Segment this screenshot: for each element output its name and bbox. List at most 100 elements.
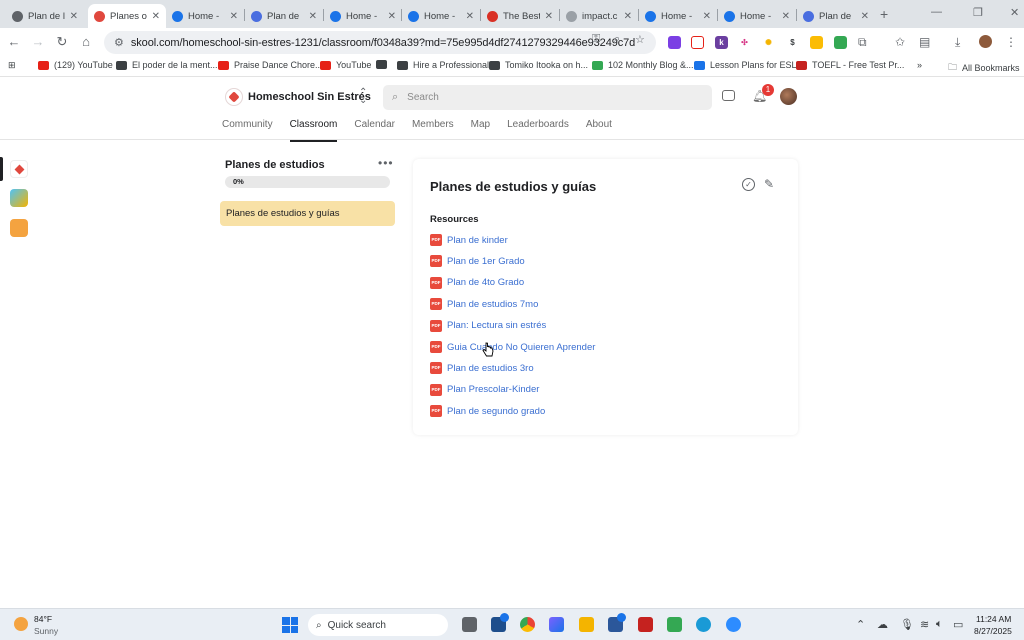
resource-link[interactable]: Plan Prescolar-Kinder (447, 384, 539, 395)
onedrive-cloud-icon[interactable]: ☁ (877, 618, 888, 631)
close-window-icon[interactable]: ✕ (1010, 6, 1019, 19)
bookmark-star-icon[interactable]: ☆ (635, 33, 645, 46)
tab-about[interactable]: About (586, 119, 612, 142)
download-icon[interactable]: ⤓ (955, 35, 960, 50)
bookmark-item[interactable]: Praise Dance Chore... (218, 60, 323, 70)
minimize-icon[interactable]: — (931, 6, 942, 18)
task-view-icon[interactable] (462, 617, 477, 632)
weather-temperature[interactable]: 84°F (34, 614, 52, 624)
extension-icon[interactable] (668, 36, 681, 49)
extension-icon[interactable]: $ (786, 36, 799, 49)
extension-icon[interactable]: ✺ (762, 36, 775, 49)
resource-link[interactable]: Plan de 1er Grado (447, 256, 525, 267)
chrome-icon[interactable] (520, 617, 535, 632)
site-info-icon[interactable]: ⚙ (114, 36, 124, 49)
file-explorer-icon[interactable] (579, 617, 594, 632)
chat-icon[interactable] (722, 90, 735, 101)
reading-list-icon[interactable]: ▤ (919, 35, 930, 49)
reload-icon[interactable]: ↻ (54, 34, 70, 50)
tab-members[interactable]: Members (412, 119, 454, 142)
weather-sun-icon[interactable] (14, 617, 28, 631)
resource-item[interactable]: PDF Plan de estudios 7mo (430, 298, 538, 311)
group-name[interactable]: Homeschool Sin Estrés (248, 91, 371, 103)
menu-kebab-icon[interactable]: ⋮ (1005, 35, 1017, 49)
bookmark-item[interactable]: TOEFL - Free Test Pr... (796, 60, 904, 70)
module-item-planes[interactable]: Planes de estudios y guías (220, 201, 395, 226)
group-switcher-icon[interactable]: ⌃ ⌄ (359, 88, 367, 106)
bookmark-item[interactable]: El poder de la ment... (116, 60, 218, 70)
bookmarks-overflow-icon[interactable]: » (917, 60, 922, 70)
resource-link[interactable]: Guia Cuando No Quieren Aprender (447, 342, 595, 353)
microphone-icon[interactable]: 🎙︎ (900, 618, 914, 631)
tab-close-icon[interactable]: ✕ (70, 11, 78, 22)
resource-link[interactable]: Plan de kinder (447, 235, 508, 246)
tab-close-icon[interactable]: ✕ (309, 11, 317, 22)
new-tab-button[interactable]: + (880, 6, 888, 22)
search-input[interactable]: ⌕ Search (383, 85, 712, 110)
resource-item[interactable]: PDF Plan de estudios 3ro (430, 362, 534, 375)
classroom-icon[interactable] (667, 617, 682, 632)
profile-avatar[interactable] (979, 35, 992, 48)
browser-tab[interactable]: The Best ✕ (481, 4, 559, 28)
tab-close-icon[interactable]: ✕ (861, 11, 869, 22)
bookmark-item[interactable]: Lesson Plans for ESL... (694, 60, 804, 70)
browser-tab[interactable]: impact.c ✕ (560, 4, 638, 28)
rail-group-amp[interactable] (10, 189, 28, 207)
resource-item[interactable]: PDF Guia Cuando No Quieren Aprender (430, 341, 595, 353)
clock-date[interactable]: 8/27/2025 (974, 626, 1012, 636)
bookmark-item[interactable] (376, 60, 392, 69)
battery-icon[interactable]: ▭ (953, 618, 963, 631)
browser-tab[interactable]: Home - ✕ (402, 4, 480, 28)
edge-icon[interactable] (696, 617, 711, 632)
all-bookmarks-button[interactable]: 🗀︎ All Bookmarks (948, 60, 1020, 76)
tab-close-icon[interactable]: ✕ (152, 11, 160, 22)
resource-link[interactable]: Plan de estudios 7mo (447, 299, 538, 310)
bookmarks-panel-icon[interactable]: ✩ (895, 35, 905, 49)
user-avatar[interactable] (780, 88, 797, 105)
extension-icon[interactable] (810, 36, 823, 49)
zoom-icon[interactable]: ⌕ (614, 33, 620, 46)
tab-leaderboards[interactable]: Leaderboards (507, 119, 569, 142)
extension-icon[interactable] (691, 36, 704, 49)
taskbar-search[interactable]: ⌕ Quick search (308, 614, 448, 636)
restore-icon[interactable]: ❐ (973, 6, 983, 19)
bookmark-item[interactable]: (129) YouTube (38, 60, 113, 70)
tab-close-icon[interactable]: ✕ (230, 11, 238, 22)
edit-pencil-icon[interactable]: ✎ (764, 177, 774, 191)
tab-close-icon[interactable]: ✕ (782, 11, 790, 22)
apps-grid-icon[interactable]: ⊞ (8, 60, 16, 71)
resource-link[interactable]: Plan: Lectura sin estrés (447, 320, 546, 331)
tab-map[interactable]: Map (471, 119, 490, 142)
bookmark-item[interactable]: Tomiko Itooka on h... (489, 60, 588, 70)
address-bar[interactable]: ⚙ skool.com/homeschool-sin-estres-1231/c… (104, 31, 656, 54)
resource-link[interactable]: Plan de estudios 3ro (447, 363, 534, 374)
tray-overflow-icon[interactable]: ⌃ (856, 618, 865, 631)
browser-tab[interactable]: Planes o ✕ (88, 4, 166, 28)
forward-icon[interactable]: → (30, 34, 46, 49)
more-options-icon[interactable]: ••• (378, 156, 394, 170)
clock-time[interactable]: 11:24 AM (976, 614, 1011, 624)
back-icon[interactable]: ← (6, 34, 22, 49)
browser-tab[interactable]: Plan de l ✕ (6, 4, 84, 28)
extensions-puzzle-icon[interactable]: ⧉ (858, 35, 867, 50)
mark-complete-check-icon[interactable]: ✓ (742, 178, 755, 191)
volume-icon[interactable]: 🔈︎ (936, 618, 943, 631)
resource-item[interactable]: PDF Plan de kinder (430, 234, 508, 246)
browser-tab[interactable]: Home - ✕ (324, 4, 402, 28)
resource-link[interactable]: Plan de 4to Grado (447, 277, 524, 288)
resource-item[interactable]: PDF Plan: Lectura sin estrés (430, 319, 546, 332)
password-key-icon[interactable]: ⚿ (592, 33, 600, 46)
resource-item[interactable]: PDF Plan de 1er Grado (430, 255, 525, 268)
wifi-icon[interactable]: ≋ (920, 618, 929, 631)
windows-start-icon[interactable] (282, 617, 298, 633)
browser-tab[interactable]: Home - ✕ (639, 4, 717, 28)
extension-icon[interactable]: ✣ (738, 36, 751, 49)
weather-condition[interactable]: Sunny (34, 626, 58, 636)
extension-icon[interactable]: k (715, 36, 728, 49)
browser-tab[interactable]: Home - ✕ (166, 4, 244, 28)
tab-close-icon[interactable]: ✕ (545, 11, 553, 22)
tab-community[interactable]: Community (222, 119, 273, 142)
copilot-icon[interactable] (549, 617, 564, 632)
bookmark-item[interactable]: 102 Monthly Blog &... (592, 60, 694, 70)
bookmark-item[interactable]: YouTube (320, 60, 371, 70)
